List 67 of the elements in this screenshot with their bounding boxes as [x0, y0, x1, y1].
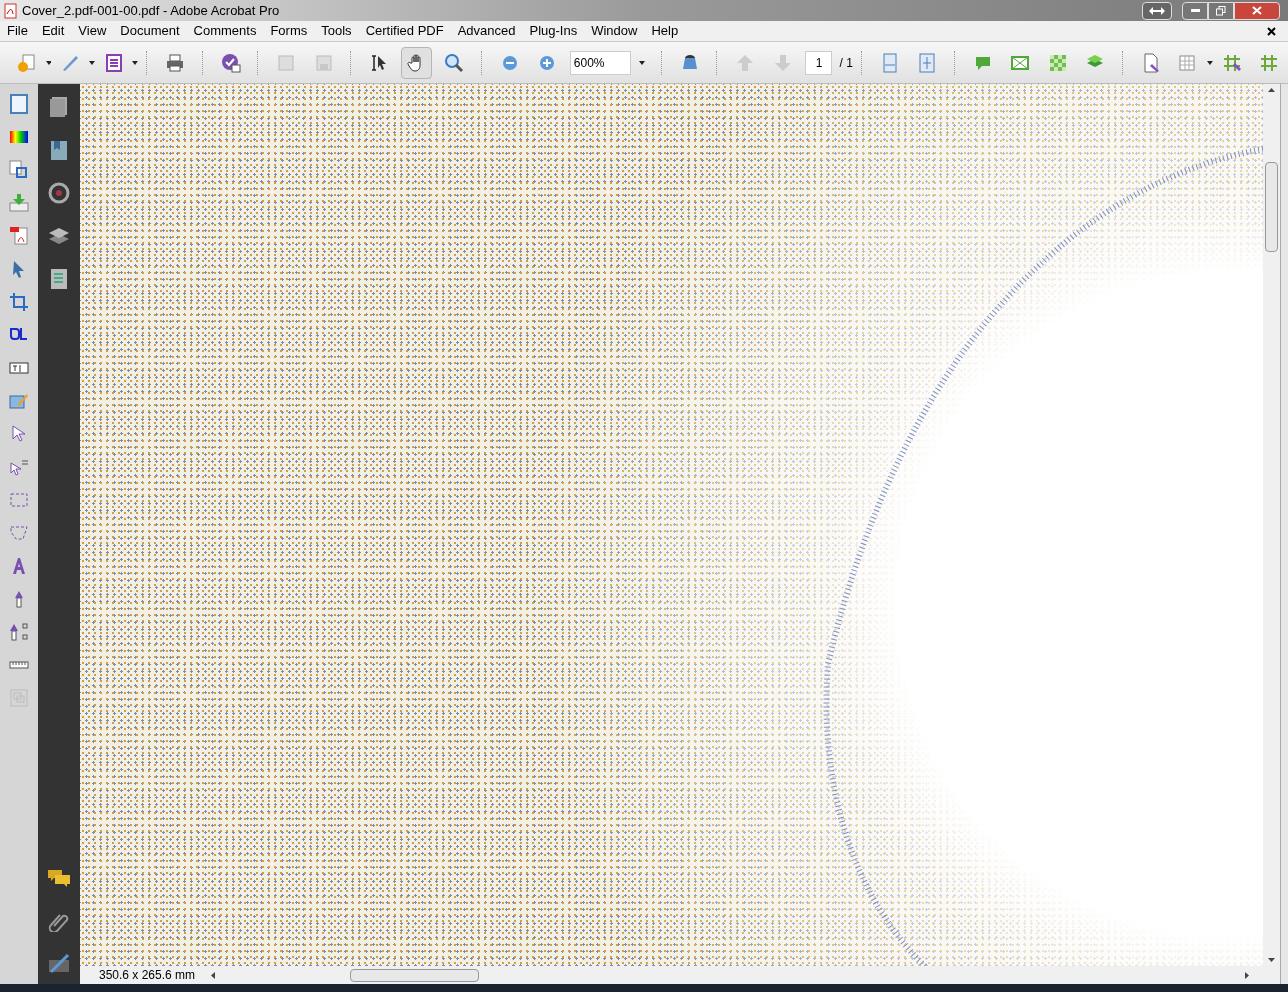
menu-item[interactable]: Comments	[186, 21, 264, 41]
menu-item[interactable]: Plug-Ins	[522, 21, 585, 41]
menu-item[interactable]: Forms	[263, 21, 315, 41]
layers-icon[interactable]	[48, 225, 70, 247]
minimize-button[interactable]	[1182, 1, 1208, 20]
up-arrow-icon[interactable]	[1268, 88, 1275, 92]
menu-item[interactable]: Certified PDF	[358, 21, 451, 41]
menu-item[interactable]: View	[71, 21, 114, 41]
magnifier-icon	[444, 52, 465, 73]
down-arrow-icon[interactable]	[1268, 958, 1275, 962]
arrows-icon	[1149, 6, 1165, 15]
resize-button[interactable]	[1142, 1, 1172, 20]
plus-icon	[539, 54, 556, 71]
signature-pen-icon[interactable]	[48, 952, 70, 974]
menu-item[interactable]: File	[0, 21, 35, 41]
menu-item[interactable]: Tools	[314, 21, 359, 41]
checkmark-circle-icon	[220, 52, 241, 73]
close-icon	[1252, 6, 1262, 15]
eyedropper-icon[interactable]	[7, 622, 31, 642]
page-icon[interactable]	[9, 94, 29, 114]
printer-icon	[165, 52, 185, 73]
scrollbar-thumb[interactable]	[1265, 162, 1278, 252]
menu-item[interactable]: Advanced	[450, 21, 523, 41]
pages-icon[interactable]	[48, 96, 70, 118]
pdf-files-icon[interactable]	[9, 226, 29, 246]
grid-pencil-icon	[1221, 52, 1242, 73]
caret-icon[interactable]	[638, 60, 645, 65]
menu-item[interactable]: Help	[644, 21, 686, 41]
checkerboard-icon	[1047, 52, 1068, 73]
up-arrow-icon	[735, 52, 756, 73]
bookmark-icon[interactable]	[48, 139, 70, 161]
caret-icon[interactable]	[132, 60, 139, 65]
maximize-button[interactable]	[1208, 1, 1234, 20]
hand-tool-button[interactable]	[400, 46, 433, 79]
pdf-file-icon	[4, 2, 18, 19]
download-icon[interactable]	[9, 193, 29, 213]
menu-item[interactable]: Window	[584, 21, 645, 41]
document-list-icon[interactable]	[48, 268, 70, 290]
form-icon	[103, 52, 124, 73]
window-title: Cover_2.pdf-001-00.pdf - Adobe Acrobat Pro	[22, 1, 280, 20]
restore-icon	[1216, 5, 1226, 16]
target-icon[interactable]	[48, 182, 70, 204]
menu-item[interactable]: Edit	[34, 21, 72, 41]
page-size-label: 350.6 x 265.6 mm	[99, 967, 197, 984]
right-arrow-icon[interactable]	[1245, 971, 1249, 979]
left-arrow-icon[interactable]	[211, 971, 215, 979]
minimize-icon	[1190, 9, 1200, 12]
close-button[interactable]	[1234, 1, 1280, 20]
grid-icon	[1259, 52, 1280, 73]
caret-icon[interactable]	[1206, 60, 1213, 65]
vertical-scrollbar[interactable]	[1263, 84, 1280, 966]
menu-item[interactable]: Document	[113, 21, 187, 41]
close-icon	[1267, 26, 1276, 36]
page-total: / 1	[839, 54, 853, 72]
create-pdf-icon	[16, 52, 37, 73]
text-cursor-icon	[369, 52, 389, 73]
crop-page-icon[interactable]	[9, 160, 29, 180]
close-document-button[interactable]	[1267, 26, 1276, 36]
crop-icon[interactable]	[9, 292, 29, 312]
caret-icon[interactable]	[88, 60, 95, 65]
arrow-cursor-icon[interactable]	[9, 457, 29, 477]
page-number-field[interactable]: 1	[805, 50, 833, 75]
scrollbar-thumb[interactable]	[350, 968, 479, 982]
minus-icon	[501, 54, 518, 71]
zoom-field[interactable]: 600%	[569, 50, 631, 75]
fit-page-icon	[917, 52, 938, 73]
caret-icon[interactable]	[45, 60, 52, 65]
